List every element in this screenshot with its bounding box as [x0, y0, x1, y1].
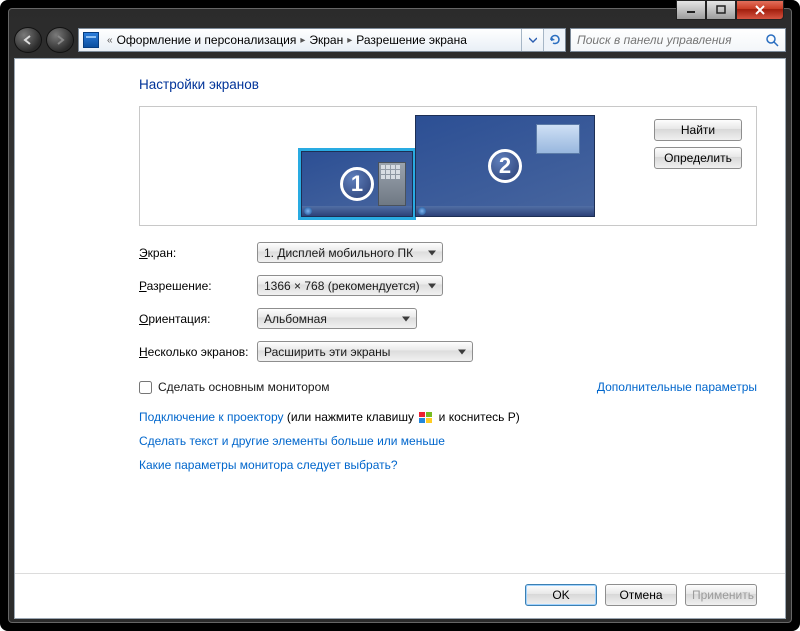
screen-label: Экран:	[139, 246, 257, 260]
close-icon	[754, 4, 766, 16]
monitor-1-window-icon	[378, 162, 406, 206]
cancel-button[interactable]: Отмена	[605, 584, 677, 606]
make-primary-label: Сделать основным монитором	[158, 380, 330, 394]
monitor-1-taskbar	[302, 206, 412, 216]
nav-back-button[interactable]	[14, 27, 42, 53]
orientation-label: Ориентация:	[139, 312, 257, 326]
window-chrome: « Оформление и персонализация ▸ Экран ▸ …	[0, 0, 800, 631]
monitor-2[interactable]: 2	[415, 115, 595, 217]
chevron-down-icon	[529, 36, 537, 44]
projector-hint-post: и коснитесь P)	[435, 410, 519, 424]
breadcrumb-history-button[interactable]	[521, 29, 543, 51]
minimize-icon	[686, 5, 696, 15]
monitor-1[interactable]: 1	[301, 151, 413, 217]
separator	[15, 573, 785, 574]
screen-select[interactable]: 1. Дисплей мобильного ПК	[257, 242, 443, 263]
arrow-left-icon	[22, 34, 34, 46]
multiple-displays-select-value: Расширить эти экраны	[264, 345, 390, 359]
orientation-select[interactable]: Альбомная	[257, 308, 417, 329]
refresh-button[interactable]	[543, 29, 565, 51]
apply-button[interactable]: Применить	[685, 584, 757, 606]
monitor-2-taskbar	[416, 206, 594, 216]
nav-forward-button[interactable]	[46, 27, 74, 53]
search-box[interactable]	[570, 28, 786, 52]
find-button[interactable]: Найти	[654, 119, 742, 141]
ok-button[interactable]: OK	[525, 584, 597, 606]
detect-button[interactable]: Определить	[654, 147, 742, 169]
maximize-icon	[716, 5, 726, 15]
make-primary-checkbox[interactable]	[139, 381, 152, 394]
search-icon	[765, 33, 779, 50]
monitor-2-number: 2	[488, 149, 522, 183]
page-title: Настройки экранов	[139, 77, 757, 92]
dialog-buttons: OK Отмена Применить	[525, 584, 757, 606]
search-input[interactable]	[575, 32, 781, 48]
breadcrumb-chevron-icon: «	[107, 35, 113, 46]
projector-hint-pre: (или нажмите клавишу	[287, 410, 418, 424]
multiple-displays-select[interactable]: Расширить эти экраны	[257, 341, 473, 362]
maximize-button[interactable]	[706, 0, 736, 20]
breadcrumb-item-screen[interactable]: Экран	[309, 33, 343, 47]
navigation-bar: « Оформление и персонализация ▸ Экран ▸ …	[14, 26, 786, 54]
text-size-link[interactable]: Сделать текст и другие элементы больше и…	[139, 434, 757, 448]
resolution-select[interactable]: 1366 × 768 (рекомендуется)	[257, 275, 443, 296]
projector-link[interactable]: Подключение к проектору	[139, 410, 284, 424]
arrow-right-icon	[54, 34, 66, 46]
close-button[interactable]	[736, 0, 784, 20]
breadcrumb-bar[interactable]: « Оформление и персонализация ▸ Экран ▸ …	[78, 28, 566, 52]
display-preview: 1 2 Найти Определить	[139, 106, 757, 226]
breadcrumb-item-category[interactable]: Оформление и персонализация	[117, 33, 297, 47]
settings-form: Экран: 1. Дисплей мобильного ПК Разрешен…	[139, 242, 757, 362]
content-inner: Настройки экранов 1 2	[139, 77, 757, 618]
multiple-displays-label: Несколько экранов:	[139, 345, 257, 359]
breadcrumb-item-resolution[interactable]: Разрешение экрана	[356, 33, 467, 47]
breadcrumb-chevron-icon: ▸	[300, 35, 305, 46]
breadcrumb-chevron-icon: ▸	[347, 35, 352, 46]
which-settings-link[interactable]: Какие параметры монитора следует выбрать…	[139, 458, 757, 472]
refresh-icon	[548, 33, 562, 47]
screen-select-value: 1. Дисплей мобильного ПК	[264, 246, 413, 260]
control-panel-icon	[83, 32, 99, 48]
minimize-button[interactable]	[676, 0, 706, 20]
orientation-select-value: Альбомная	[264, 312, 327, 326]
window-titlebar-buttons	[676, 0, 784, 20]
monitor-1-number: 1	[340, 167, 374, 201]
windows-key-icon	[419, 412, 433, 424]
advanced-settings-link[interactable]: Дополнительные параметры	[597, 380, 757, 394]
resolution-select-value: 1366 × 768 (рекомендуется)	[264, 279, 420, 293]
content-pane: Настройки экранов 1 2	[14, 58, 786, 619]
monitor-2-window-icon	[536, 124, 580, 154]
resolution-label: Разрешение:	[139, 279, 257, 293]
